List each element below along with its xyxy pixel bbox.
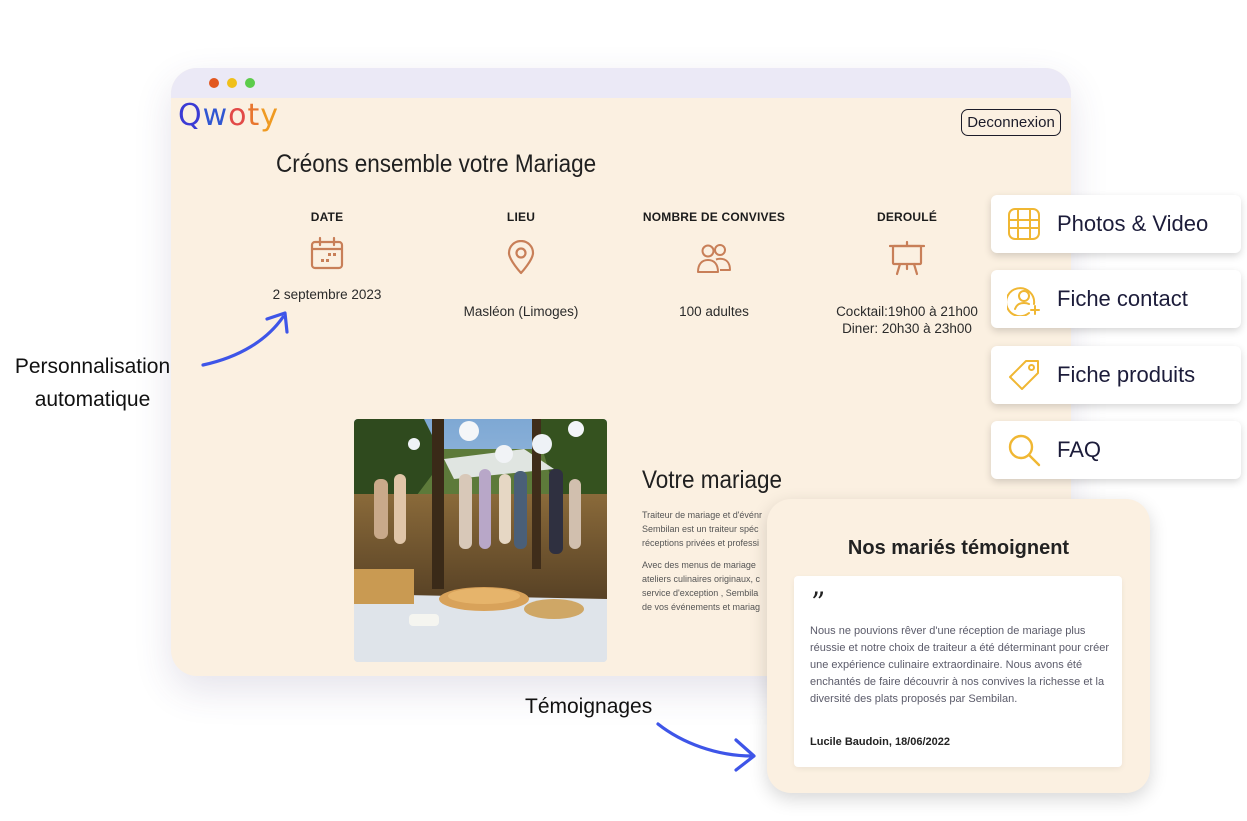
- logo-letter: y: [260, 98, 280, 133]
- contact-icon: [1007, 287, 1040, 316]
- map-pin-icon: [507, 239, 535, 275]
- menu-product-sheet[interactable]: Fiche produits: [991, 346, 1241, 404]
- menu-label: Fiche produits: [1057, 362, 1196, 387]
- callout-line: Personnalisation: [14, 355, 171, 378]
- info-schedule-label: DEROULÉ: [876, 210, 938, 224]
- logo-letter: Q: [178, 98, 203, 133]
- info-guests-label: NOMBRE DE CONVIVES: [642, 210, 786, 224]
- close-window-dot[interactable]: [209, 78, 219, 88]
- minimize-window-dot[interactable]: [227, 78, 237, 88]
- logo-letter: o: [228, 98, 248, 133]
- info-value-line: Cocktail:19h00 à 21h00: [836, 304, 978, 319]
- testimonials-card: Nos mariés témoignent ” Nous ne pouvions…: [767, 499, 1150, 793]
- menu-contact-sheet[interactable]: Fiche contact: [991, 270, 1241, 328]
- info-date: DATE 2 septembre 2023: [227, 210, 427, 303]
- callout-personalisation: Personnalisation automatique: [0, 350, 185, 416]
- maximize-window-dot[interactable]: [245, 78, 255, 88]
- section-title: Votre mariage: [642, 466, 783, 494]
- testimonial-quote-card: ” Nous ne pouvions rêver d'une réception…: [794, 576, 1122, 767]
- qwoty-logo[interactable]: Qwoty: [178, 98, 279, 133]
- tag-icon: [1009, 360, 1039, 390]
- testimonial-author: Lucile Baudoin, 18/06/2022: [810, 736, 951, 748]
- info-date-label: DATE: [310, 210, 344, 224]
- search-icon: [1008, 434, 1041, 467]
- menu-label: FAQ: [1057, 437, 1102, 462]
- calendar-icon: [310, 236, 344, 270]
- menu-label: Photos & Video: [1057, 211, 1209, 236]
- menu-photos-video[interactable]: Photos & Video: [991, 195, 1241, 253]
- menu-label: Fiche contact: [1057, 286, 1188, 311]
- film-grid-icon: [1008, 208, 1040, 240]
- people-icon: [697, 244, 731, 273]
- info-value-line: 100 adultes: [679, 304, 749, 319]
- logout-button[interactable]: Deconnexion: [961, 109, 1061, 136]
- info-schedule-value: Cocktail:19h00 à 21h00 Diner: 20h30 à 23…: [807, 303, 1007, 337]
- window-titlebar: [171, 68, 1071, 98]
- quote-mark-icon: ”: [811, 586, 826, 619]
- info-value-line: Diner: 20h30 à 23h00: [842, 321, 972, 336]
- wedding-photo-illustration: [354, 419, 607, 662]
- arrow-icon: [201, 311, 289, 367]
- testimonial-text: Nous ne pouvions rêver d'une réception d…: [810, 625, 1109, 705]
- info-guests-value: 100 adultes: [614, 303, 814, 320]
- info-guests: NOMBRE DE CONVIVES 100 adultes: [614, 210, 814, 320]
- menu-faq[interactable]: FAQ: [991, 421, 1241, 479]
- callout-testimonials: Témoignages: [525, 695, 653, 718]
- logo-letter: w: [202, 98, 229, 133]
- info-value-line: 2 septembre 2023: [272, 287, 382, 302]
- callout-line: automatique: [34, 388, 151, 411]
- testimonials-title: Nos mariés témoignent: [847, 537, 1070, 559]
- wedding-photo: [354, 419, 607, 662]
- info-location: LIEU Masléon (Limoges): [421, 210, 621, 320]
- easel-icon: [888, 240, 926, 276]
- info-location-label: LIEU: [506, 210, 536, 224]
- logo-letter: t: [247, 98, 261, 133]
- info-value-line: Masléon (Limoges): [463, 304, 579, 319]
- arrow-icon: [656, 722, 756, 772]
- page-title: Créons ensemble votre Mariage: [276, 150, 597, 178]
- info-date-value: 2 septembre 2023: [227, 286, 427, 303]
- info-schedule: DEROULÉ Cocktail:19h00 à 21h00 Diner: 20…: [807, 210, 1007, 337]
- info-location-value: Masléon (Limoges): [421, 303, 621, 320]
